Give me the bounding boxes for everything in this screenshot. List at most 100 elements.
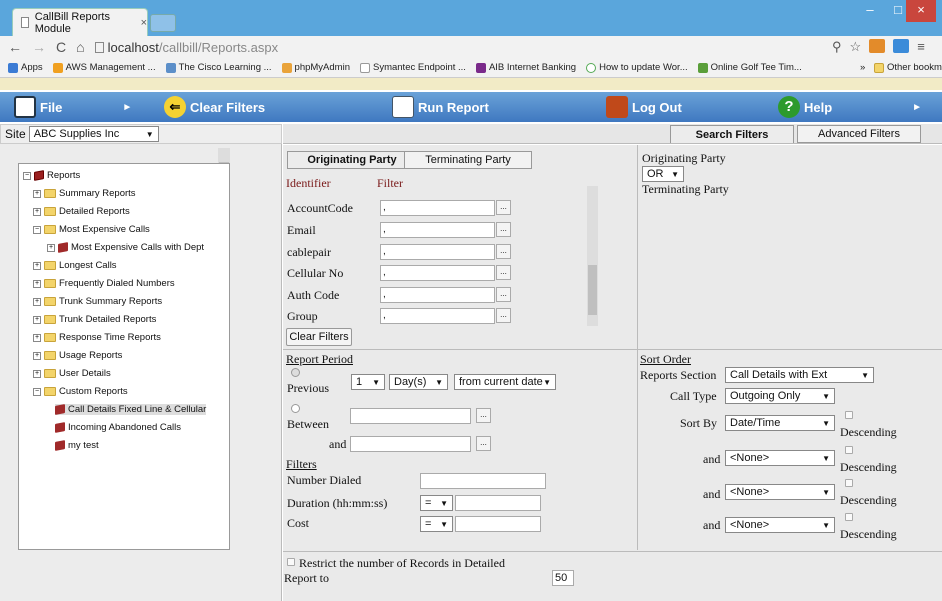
between-start-input[interactable]: [350, 408, 471, 424]
tree-item[interactable]: + Usage Reports: [33, 350, 122, 361]
run-report-button[interactable]: Run Report: [392, 96, 489, 118]
identifier-filter-input[interactable]: ,: [380, 265, 495, 281]
sort-by-2-dropdown[interactable]: <None> ▼: [725, 450, 835, 466]
lookup-button[interactable]: ...: [496, 308, 511, 323]
clear-filters-button[interactable]: ⇐ Clear Filters: [164, 96, 265, 118]
expand-icon[interactable]: +: [47, 243, 55, 252]
expand-icon[interactable]: +: [33, 297, 41, 306]
expand-icon[interactable]: +: [33, 333, 41, 342]
tree-item[interactable]: − Custom Reports: [33, 386, 128, 397]
cost-operator-dropdown[interactable]: = ▼: [420, 516, 453, 532]
tree-item[interactable]: + Trunk Detailed Reports: [33, 314, 156, 325]
tree-item[interactable]: + Response Time Reports: [33, 332, 161, 343]
tree-item[interactable]: Incoming Abandoned Calls: [55, 422, 181, 433]
lookup-button[interactable]: ...: [496, 265, 511, 280]
expand-icon[interactable]: +: [33, 279, 41, 288]
tree-item[interactable]: − Most Expensive Calls: [33, 224, 150, 235]
number-dialed-input[interactable]: [420, 473, 546, 489]
lookup-button[interactable]: ...: [496, 287, 511, 302]
tree-item[interactable]: my test: [55, 440, 99, 451]
home-icon[interactable]: ⌂: [76, 39, 84, 55]
minimize-button[interactable]: –: [856, 0, 884, 22]
tab-advanced-filters[interactable]: Advanced Filters: [797, 125, 921, 143]
sort-by-3-dropdown[interactable]: <None> ▼: [725, 484, 835, 500]
record-limit-input[interactable]: 50: [552, 570, 574, 586]
identifier-scrollbar-thumb[interactable]: [588, 265, 597, 315]
bookmark-phpmyadmin[interactable]: phpMyAdmin: [281, 62, 350, 73]
tree-item[interactable]: + Summary Reports: [33, 188, 136, 199]
tree-item[interactable]: + Most Expensive Calls with Dept: [47, 242, 204, 253]
identifier-filter-input[interactable]: ,: [380, 244, 495, 260]
file-menu[interactable]: File ►: [14, 96, 132, 118]
previous-radio[interactable]: [291, 368, 300, 377]
bookmark-update[interactable]: How to update Wor...: [586, 62, 688, 73]
expand-icon[interactable]: +: [33, 351, 41, 360]
reload-icon[interactable]: C: [56, 39, 66, 55]
call-type-dropdown[interactable]: Outgoing Only ▼: [725, 388, 835, 404]
reports-section-dropdown[interactable]: Call Details with Ext ▼: [725, 367, 874, 383]
lookup-button[interactable]: ...: [496, 200, 511, 215]
lookup-button[interactable]: ...: [496, 244, 511, 259]
log-out-button[interactable]: Log Out: [606, 96, 682, 118]
collapse-icon[interactable]: −: [33, 225, 41, 234]
lookup-button[interactable]: ...: [496, 222, 511, 237]
collapse-icon[interactable]: −: [33, 387, 41, 396]
expand-icon[interactable]: +: [33, 261, 41, 270]
identifier-filter-input[interactable]: ,: [380, 308, 495, 324]
previous-from-dropdown[interactable]: from current date ▼: [454, 374, 556, 390]
descending-checkbox[interactable]: [845, 446, 853, 454]
duration-input[interactable]: [455, 495, 541, 511]
end-date-picker-button[interactable]: ...: [476, 436, 491, 451]
cost-input[interactable]: [455, 516, 541, 532]
site-dropdown[interactable]: ABC Supplies Inc ▼: [28, 126, 159, 142]
extension-icon-2[interactable]: [893, 39, 910, 53]
sort-by-dropdown[interactable]: Date/Time ▼: [725, 415, 835, 431]
back-icon[interactable]: ←: [8, 39, 22, 55]
bookmarks-more[interactable]: »: [860, 62, 865, 73]
expand-icon[interactable]: +: [33, 315, 41, 324]
help-menu[interactable]: ? Help ►: [778, 96, 922, 118]
browser-tab[interactable]: CallBill Reports Module ×: [12, 8, 148, 36]
other-bookmarks[interactable]: Other bookmarks: [874, 62, 942, 73]
zoom-icon[interactable]: ⚲: [832, 39, 842, 55]
extension-icon[interactable]: [869, 39, 886, 53]
bookmark-aib[interactable]: AIB Internet Banking: [475, 62, 576, 73]
restrict-records-checkbox[interactable]: [287, 558, 295, 566]
tree-item[interactable]: + Longest Calls: [33, 260, 117, 271]
address-bar[interactable]: localhost/callbill/Reports.aspx: [94, 40, 278, 55]
tab-close-icon[interactable]: ×: [141, 17, 147, 29]
identifier-filter-input[interactable]: ,: [380, 287, 495, 303]
tab-terminating-party[interactable]: Terminating Party: [404, 151, 532, 169]
expand-icon[interactable]: +: [33, 189, 41, 198]
sort-by-4-dropdown[interactable]: <None> ▼: [725, 517, 835, 533]
descending-checkbox[interactable]: [845, 411, 853, 419]
tree-item-selected[interactable]: Call Details Fixed Line & Cellular: [55, 404, 207, 415]
star-icon[interactable]: ☆: [850, 39, 862, 55]
tree-item[interactable]: + User Details: [33, 368, 111, 379]
close-button[interactable]: ×: [906, 0, 936, 22]
clear-filters-small-button[interactable]: Clear Filters: [286, 328, 352, 346]
new-tab-button[interactable]: [150, 14, 176, 32]
bookmark-golf[interactable]: Online Golf Tee Tim...: [697, 62, 802, 73]
bookmark-aws[interactable]: AWS Management ...: [52, 62, 156, 73]
identifier-filter-input[interactable]: ,: [380, 222, 495, 238]
descending-checkbox[interactable]: [845, 513, 853, 521]
menu-icon[interactable]: ≡: [917, 39, 925, 55]
tab-originating-party[interactable]: Originating Party: [287, 151, 417, 169]
tab-search-filters[interactable]: Search Filters: [670, 125, 794, 143]
expand-icon[interactable]: +: [33, 207, 41, 216]
between-end-input[interactable]: [350, 436, 471, 452]
party-operator-dropdown[interactable]: OR ▼: [642, 166, 684, 182]
tree-root[interactable]: − Reports: [23, 170, 80, 181]
descending-checkbox[interactable]: [845, 479, 853, 487]
tree-item[interactable]: + Trunk Summary Reports: [33, 296, 162, 307]
collapse-icon[interactable]: −: [23, 171, 31, 180]
tree-item[interactable]: + Detailed Reports: [33, 206, 130, 217]
bookmark-cisco[interactable]: The Cisco Learning ...: [165, 62, 272, 73]
between-radio[interactable]: [291, 404, 300, 413]
previous-count-dropdown[interactable]: 1 ▼: [351, 374, 385, 390]
forward-icon[interactable]: →: [32, 39, 46, 55]
expand-icon[interactable]: +: [33, 369, 41, 378]
start-date-picker-button[interactable]: ...: [476, 408, 491, 423]
bookmark-apps[interactable]: Apps: [8, 62, 43, 73]
